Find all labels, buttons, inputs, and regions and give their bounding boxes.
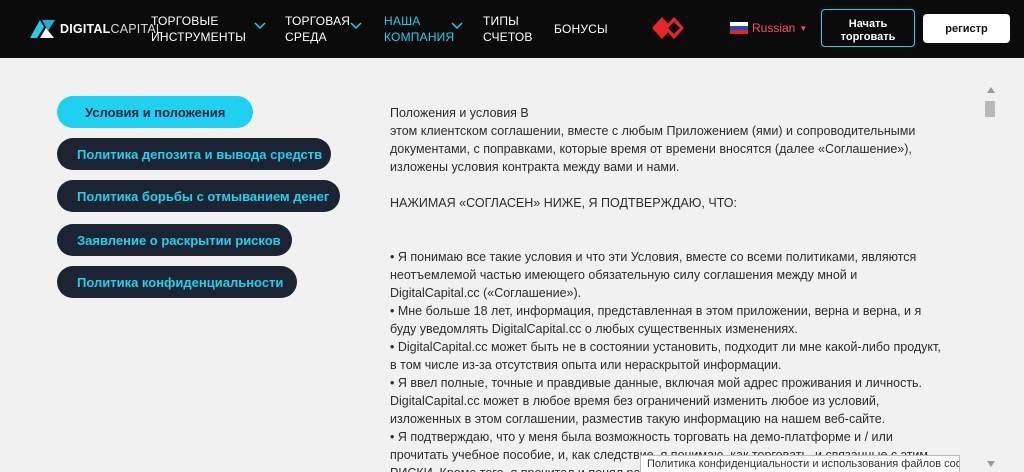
language-selector[interactable]: Russian ▼	[730, 21, 807, 35]
logo-mark-icon	[30, 20, 55, 38]
brand-diamond-icon	[652, 17, 684, 39]
content-line: неотъемлемой частью имеющего обязательну…	[390, 268, 858, 282]
content-line: • Я понимаю все такие условия и что эти …	[390, 250, 917, 264]
content-line: Положения и условия В	[390, 106, 529, 120]
start-trading-line2: торговать	[840, 30, 896, 43]
sidebar-item-risk-disclosure[interactable]: Заявление о раскрытии рисков	[57, 224, 292, 256]
content-line: буду уведомлять DigitalCapital.cc о любы…	[390, 322, 798, 336]
content-line: • DigitalCapital.cc может быть не в сост…	[390, 340, 941, 354]
scroll-down-arrow-icon[interactable]	[986, 460, 996, 468]
top-navigation-bar: DIGITALCAPITAL ТОРГОВЫЕ ИНСТРУМЕНТЫ ТОРГ…	[0, 0, 1024, 58]
agree-heading: НАЖИМАЯ «СОГЛАСЕН» НИЖЕ, Я ПОДТВЕРЖДАЮ, …	[390, 196, 737, 210]
scroll-up-arrow-icon[interactable]	[986, 86, 996, 94]
language-label: Russian	[752, 21, 796, 35]
nav-label-line1: НАША	[384, 14, 421, 28]
sidebar-item-deposit-withdrawal[interactable]: Политика депозита и вывода средств	[57, 138, 331, 170]
start-trading-line1: Начать	[848, 17, 888, 30]
content-line: • Я подтверждаю, что у меня была возможн…	[390, 430, 893, 444]
content-line: изложенных в этом соглашении, разместив …	[390, 412, 886, 426]
nav-label-line1: БОНУСЫ	[554, 22, 608, 36]
chevron-down-icon[interactable]	[451, 22, 463, 30]
sidebar-item-terms[interactable]: Условия и положения	[57, 96, 254, 128]
nav-label-line1: ТОРГОВАЯ	[285, 14, 351, 28]
scrollbar-thumb[interactable]	[985, 101, 995, 117]
register-button[interactable]: регистр	[923, 14, 1010, 43]
content-line: DigitalCapital.cc может в любое время бе…	[390, 394, 880, 408]
content-line: • Мне больше 18 лет, информация, предста…	[390, 304, 922, 318]
nav-trading-environment[interactable]: ТОРГОВАЯ СРЕДА	[285, 13, 395, 45]
chevron-down-icon[interactable]	[350, 22, 362, 30]
caret-down-icon: ▼	[799, 23, 808, 33]
content-line: DigitalCapital.cc («Соглашение»).	[390, 286, 582, 300]
content-line: этом клиентском соглашении, вместе с люб…	[390, 124, 916, 138]
content-line: в том числе из-за отсутствия опыта или н…	[390, 358, 782, 372]
nav-trading-instruments[interactable]: ТОРГОВЫЕ ИНСТРУМЕНТЫ	[151, 13, 261, 45]
nav-our-company[interactable]: НАША КОМПАНИЯ	[384, 13, 494, 45]
content-line: изложены условия контракта между вами и …	[390, 160, 680, 174]
logo-text: DIGITALCAPITAL	[60, 22, 164, 36]
sidebar-item-anti-money-laundering[interactable]: Политика борьбы с отмыванием денег	[57, 180, 340, 212]
content-line: документами, с поправками, которые время…	[390, 142, 912, 156]
nav-label-line2: КОМПАНИЯ	[384, 30, 455, 44]
start-trading-button[interactable]: Начать торговать	[821, 9, 915, 47]
logo[interactable]: DIGITALCAPITAL	[28, 18, 163, 40]
nav-bonuses[interactable]: БОНУСЫ	[554, 21, 664, 37]
terms-content: Положения и условия В этом клиентском со…	[390, 104, 970, 472]
nav-label-line2: ИНСТРУМЕНТЫ	[151, 30, 247, 44]
nav-label-line2: СРЕДА	[285, 30, 327, 44]
cookie-policy-bar[interactable]: Политика конфиденциальности и использова…	[640, 455, 960, 472]
nav-label-line1: ТОРГОВЫЕ	[151, 14, 219, 28]
sidebar-item-privacy-policy[interactable]: Политика конфиденциальности	[57, 266, 297, 298]
russia-flag-icon	[730, 22, 748, 34]
chevron-down-icon[interactable]	[254, 22, 266, 30]
content-line: • Я ввел полные, точные и правдивые данн…	[390, 376, 923, 390]
